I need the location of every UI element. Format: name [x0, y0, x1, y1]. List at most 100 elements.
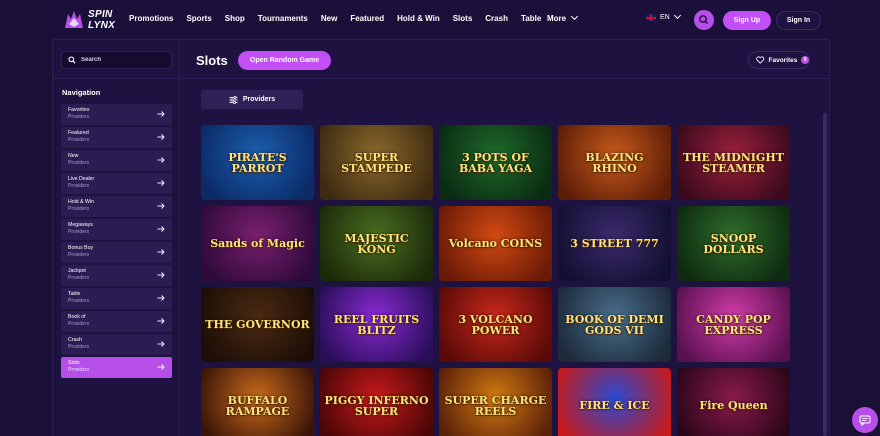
- sidebar-item-live-dealer[interactable]: Live Dealer Providers: [61, 173, 172, 194]
- language-selector[interactable]: EN: [646, 11, 681, 21]
- game-tile[interactable]: SUPER CHARGE REELS: [439, 368, 552, 436]
- game-title: Fire Queen: [699, 399, 768, 412]
- logo-line-1: SPIN: [88, 9, 113, 20]
- game-tile[interactable]: PIGGY INFERNO SUPER: [320, 368, 433, 436]
- nav-new[interactable]: New: [321, 14, 337, 23]
- game-title: THE MIDNIGHT STEAMER: [683, 150, 784, 175]
- chevron-down-icon: [673, 11, 681, 20]
- game-tile[interactable]: Sands of Magic: [201, 206, 314, 281]
- sign-up-button[interactable]: Sign Up: [723, 11, 771, 30]
- nav-slots[interactable]: Slots: [453, 14, 473, 23]
- nav-promotions[interactable]: Promotions: [129, 14, 173, 23]
- page-title: Slots: [196, 53, 228, 68]
- nav-tournaments[interactable]: Tournaments: [258, 14, 308, 23]
- sidebar-divider: [52, 78, 179, 79]
- arrow-right-icon: [157, 226, 165, 232]
- sidebar-item-hold-win[interactable]: Hold & Win Providers: [61, 196, 172, 217]
- sign-in-button[interactable]: Sign In: [776, 11, 821, 30]
- nav-hold-win[interactable]: Hold & Win: [397, 14, 440, 23]
- game-title: SUPER CHARGE REELS: [444, 393, 547, 418]
- nav-more-dropdown[interactable]: More: [547, 12, 579, 23]
- game-title: FIRE & ICE: [579, 399, 650, 412]
- game-title: 3 POTS OF BABA YAGA: [458, 150, 533, 175]
- open-random-game-button[interactable]: Open Random Game: [238, 51, 331, 70]
- chat-button[interactable]: [852, 407, 878, 433]
- sidebar-item-crash[interactable]: Crash Providers: [61, 334, 172, 355]
- navigation-heading: Navigation: [62, 88, 101, 97]
- game-title: CANDY POP EXPRESS: [696, 312, 771, 337]
- arrow-right-icon: [157, 364, 165, 370]
- arrow-right-icon: [157, 134, 165, 140]
- sidebar-search-input[interactable]: [81, 57, 171, 63]
- game-tile[interactable]: 3 VOLCANO POWER: [439, 287, 552, 362]
- sidebar-item-megaways[interactable]: Megaways Providers: [61, 219, 172, 240]
- game-title: Sands of Magic: [210, 237, 305, 250]
- game-title: REEL FRUITS BLITZ: [333, 312, 420, 337]
- game-title: 3 STREET 777: [570, 237, 659, 250]
- top-header: SPIN LYNX Promotions Sports Shop Tournam…: [52, 0, 830, 40]
- game-tile[interactable]: 3 STREET 777: [558, 206, 671, 281]
- game-title: THE GOVERNOR: [205, 318, 310, 331]
- main-divider: [181, 78, 829, 79]
- game-tile[interactable]: 3 POTS OF BABA YAGA: [439, 125, 552, 200]
- heart-icon: [756, 56, 765, 64]
- game-tile[interactable]: BUFFALO RAMPAGE: [201, 368, 314, 436]
- nav-table[interactable]: Table: [521, 14, 541, 23]
- arrow-right-icon: [157, 157, 165, 163]
- game-tile[interactable]: THE GOVERNOR: [201, 287, 314, 362]
- arrow-right-icon: [157, 295, 165, 301]
- nav-crash[interactable]: Crash: [485, 14, 508, 23]
- search-icon: [68, 56, 76, 64]
- sidebar-item-jackpot[interactable]: Jackpot Providers: [61, 265, 172, 286]
- sidebar-item-new[interactable]: New Providers: [61, 150, 172, 171]
- uk-flag-icon: [646, 14, 656, 21]
- sidebar-search[interactable]: [61, 51, 172, 69]
- sidebar-item-table[interactable]: Table Providers: [61, 288, 172, 309]
- providers-label: Providers: [242, 96, 276, 103]
- game-title: Volcano COINS: [448, 237, 543, 250]
- logo[interactable]: SPIN LYNX: [62, 6, 122, 34]
- main-nav: Promotions Sports Shop Tournaments New F…: [129, 14, 554, 23]
- game-tile[interactable]: BOOK OF DEMI GODS VII: [558, 287, 671, 362]
- header-search-button[interactable]: [694, 10, 714, 30]
- nav-sports[interactable]: Sports: [186, 14, 211, 23]
- logo-text: SPIN LYNX: [88, 9, 115, 31]
- game-tile[interactable]: FIRE & ICE: [558, 368, 671, 436]
- game-title: SNOOP DOLLARS: [703, 231, 764, 256]
- sidebar: Navigation FavoritesProvidersFeaturedPro…: [52, 40, 180, 436]
- game-title: PIRATE'S PARROT: [228, 150, 287, 175]
- game-tile[interactable]: THE MIDNIGHT STEAMER: [677, 125, 790, 200]
- game-tile[interactable]: Volcano COINS: [439, 206, 552, 281]
- favorites-label: Favorites: [768, 56, 798, 64]
- arrow-right-icon: [157, 203, 165, 209]
- scrollbar[interactable]: [823, 113, 827, 436]
- sidebar-item-featured[interactable]: Featured Providers: [61, 127, 172, 148]
- arrow-right-icon: [157, 249, 165, 255]
- game-tile[interactable]: SNOOP DOLLARS: [677, 206, 790, 281]
- game-tile[interactable]: SUPER STAMPEDE: [320, 125, 433, 200]
- arrow-right-icon: [157, 318, 165, 324]
- game-title: BOOK OF DEMI GODS VII: [565, 312, 664, 337]
- game-title: BUFFALO RAMPAGE: [225, 393, 290, 418]
- chevron-down-icon: [571, 12, 579, 21]
- sidebar-item-bonus-buy[interactable]: Bonus Buy Providers: [61, 242, 172, 263]
- arrow-right-icon: [157, 111, 165, 117]
- game-tile[interactable]: PIRATE'S PARROT: [201, 125, 314, 200]
- nav-featured[interactable]: Featured: [350, 14, 384, 23]
- sidebar-item-favorites[interactable]: Favorites Providers: [61, 104, 172, 125]
- game-tile[interactable]: CANDY POP EXPRESS: [677, 287, 790, 362]
- game-title: PIGGY INFERNO SUPER: [324, 393, 429, 418]
- lynx-logo-icon: [65, 11, 83, 28]
- favorites-button[interactable]: Favorites 0: [748, 51, 810, 69]
- sidebar-item-slots[interactable]: Slots Providers: [61, 357, 172, 378]
- game-tile[interactable]: MAJESTIC KONG: [320, 206, 433, 281]
- page: SPIN LYNX Promotions Sports Shop Tournam…: [0, 0, 880, 436]
- game-tile[interactable]: REEL FRUITS BLITZ: [320, 287, 433, 362]
- navigation-list: Favorites Providers Featured Providers New Pr…: [61, 104, 172, 380]
- sidebar-item-book-of[interactable]: Book of Providers: [61, 311, 172, 332]
- game-tile[interactable]: BLAZING RHINO: [558, 125, 671, 200]
- nav-shop[interactable]: Shop: [225, 14, 245, 23]
- providers-filter-button[interactable]: Providers: [201, 90, 303, 109]
- game-tile[interactable]: Fire Queen: [677, 368, 790, 436]
- language-label: EN: [660, 14, 670, 21]
